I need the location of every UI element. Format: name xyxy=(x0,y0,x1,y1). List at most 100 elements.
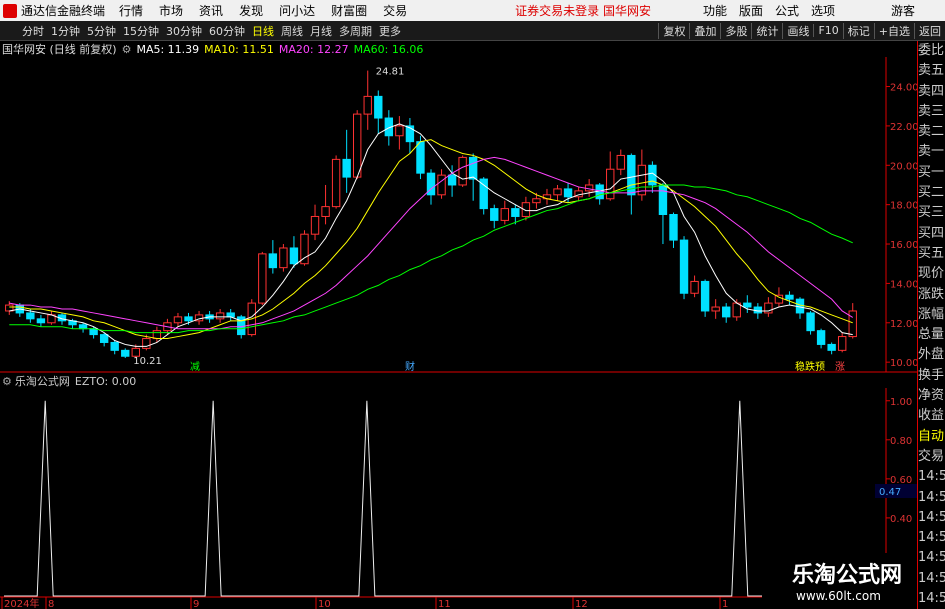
quote-panel-item: 卖二 xyxy=(918,124,945,140)
quote-panel-item: 14:56 xyxy=(918,469,945,485)
candle-body xyxy=(447,174,457,186)
y-tick-label: 24.00 xyxy=(890,83,917,94)
mark-button[interactable]: 标记 xyxy=(842,22,874,39)
trade-login-notice[interactable]: 证券交易未登录 国华网安 xyxy=(515,2,651,19)
quote-panel-item: 涨幅 xyxy=(918,306,945,322)
candle-body xyxy=(36,318,46,324)
watermark-title: 乐淘公式网 xyxy=(792,563,903,588)
period-weekly[interactable]: 周线 xyxy=(281,23,303,39)
high-price-label: 24.81 xyxy=(376,67,405,78)
period-15min[interactable]: 15分钟 xyxy=(123,23,159,39)
quote-side-panel: 委比 卖五 卖四 卖三 卖二 卖一 买一 买二 买三 买四 买五 现价 涨跌 涨幅 总量 外盘 换手 净资 收益 自动… xyxy=(917,41,945,609)
y-tick-label: 16.00 xyxy=(890,240,917,251)
ezto-line xyxy=(4,400,858,597)
quote-panel-item: 14:56 xyxy=(918,530,945,546)
period-fenshi[interactable]: 分时 xyxy=(22,23,44,39)
quote-panel-item: 卖一 xyxy=(918,144,945,160)
period-monthly[interactable]: 月线 xyxy=(310,23,332,39)
x-axis-labels: 2024年 8 9 10 11 12 1 xyxy=(1,597,728,609)
sub-y-tick-label: 0.80 xyxy=(890,436,912,447)
candle-body xyxy=(374,95,383,119)
x-tick-label: 11 xyxy=(438,599,451,609)
watermark-url: www.60lt.com xyxy=(796,589,881,603)
watermark: 乐淘公式网 www.60lt.com xyxy=(762,553,917,609)
menu-item-hangqing[interactable]: 行情 xyxy=(119,2,143,19)
candle-body xyxy=(616,154,625,170)
quote-panel-item: 涨跌 xyxy=(918,286,945,302)
candle-body xyxy=(669,214,678,241)
quote-panel-item: 收益 xyxy=(918,408,945,424)
guest-label[interactable]: 游客 xyxy=(891,2,915,19)
candle-body xyxy=(563,188,573,198)
candle-body xyxy=(215,312,225,320)
candle-body xyxy=(500,208,509,221)
menu-item-banmian[interactable]: 版面 xyxy=(739,2,763,19)
draw-line-button[interactable]: 画线 xyxy=(782,22,813,39)
sub-y-tick-label: 1.00 xyxy=(890,397,912,408)
candle-body xyxy=(99,334,109,343)
signal-marker-zhang[interactable]: 涨 xyxy=(835,361,845,373)
candle-body xyxy=(78,324,88,330)
candle-body xyxy=(816,330,826,345)
period-daily[interactable]: 日线 xyxy=(252,23,274,39)
candle-body xyxy=(532,198,541,204)
quote-panel-item: 买四 xyxy=(918,225,945,241)
menu-item-caifuquan[interactable]: 财富圈 xyxy=(331,2,367,19)
menu-item-xuanxiang[interactable]: 选项 xyxy=(811,2,835,19)
quote-panel-item[interactable]: 交易 xyxy=(918,447,945,467)
candle-body xyxy=(722,306,731,318)
sub-chart-info: ⚙ 乐淘公式网 EZTO: 0.00 xyxy=(0,373,136,389)
period-1min[interactable]: 1分钟 xyxy=(51,23,80,39)
menu-item-gongshi[interactable]: 公式 xyxy=(775,2,799,19)
x-tick-label: 1 xyxy=(722,599,728,609)
kline-chart[interactable]: 24.00 22.00 20.00 18.00 16.00 14.00 12.00 10.00… xyxy=(0,41,917,609)
candle-body xyxy=(289,247,299,265)
add-watchlist-button[interactable]: +自选 xyxy=(873,22,914,39)
event-marker-cai[interactable]: 财 xyxy=(405,360,415,373)
candle-body xyxy=(279,247,288,269)
plot-border xyxy=(0,41,917,609)
menu-item-faxian[interactable]: 发现 xyxy=(239,2,263,19)
quote-panel-item: 卖四 xyxy=(918,83,945,99)
quote-panel-item: 买二 xyxy=(918,185,945,201)
menu-item-shichang[interactable]: 市场 xyxy=(159,2,183,19)
candle-body xyxy=(774,294,784,304)
candle-body xyxy=(468,156,478,180)
period-more[interactable]: 更多 xyxy=(379,23,401,39)
menu-item-jiaoyi[interactable]: 交易 xyxy=(383,2,407,19)
menu-item-zixun[interactable]: 资讯 xyxy=(199,2,223,19)
candle-body xyxy=(321,206,330,217)
quote-panel-item: 净资 xyxy=(918,388,945,404)
period-multi[interactable]: 多周期 xyxy=(339,23,372,39)
event-marker-jian[interactable]: 减 xyxy=(190,361,200,373)
candle-body xyxy=(184,316,193,322)
quote-panel-item: 14:56 xyxy=(918,591,945,607)
candle-body xyxy=(837,336,847,351)
back-button[interactable]: 返回 xyxy=(914,22,945,39)
quote-panel-item: 总量 xyxy=(918,327,945,343)
y-tick-label: 18.00 xyxy=(890,201,917,212)
quote-panel-item[interactable]: 自动 xyxy=(918,427,945,447)
f10-button[interactable]: F10 xyxy=(813,24,842,37)
quote-panel-item: 换手 xyxy=(918,367,945,383)
overlay-button[interactable]: 叠加 xyxy=(689,22,720,39)
fuquan-button[interactable]: 复权 xyxy=(658,22,689,39)
stats-button[interactable]: 统计 xyxy=(751,22,782,39)
candle-body xyxy=(226,312,235,318)
candle-body xyxy=(806,312,815,332)
menu-item-wenxiaoda[interactable]: 问小达 xyxy=(279,2,315,19)
candle-body xyxy=(268,253,278,269)
sub-settings-icon[interactable]: ⚙ xyxy=(2,375,12,388)
period-60min[interactable]: 60分钟 xyxy=(209,23,245,39)
signal-marker-wendie[interactable]: 稳跌预 xyxy=(795,360,825,373)
period-30min[interactable]: 30分钟 xyxy=(166,23,202,39)
candle-body xyxy=(110,341,119,351)
period-5min[interactable]: 5分钟 xyxy=(87,23,116,39)
menu-item-gongneng[interactable]: 功能 xyxy=(703,2,727,19)
quote-panel-item: 卖五 xyxy=(918,63,945,79)
multi-stock-button[interactable]: 多股 xyxy=(720,22,751,39)
candle-body xyxy=(490,208,499,221)
y-tick-label: 12.00 xyxy=(890,319,917,330)
candle-body xyxy=(416,141,425,174)
candlestick-series xyxy=(5,70,857,359)
